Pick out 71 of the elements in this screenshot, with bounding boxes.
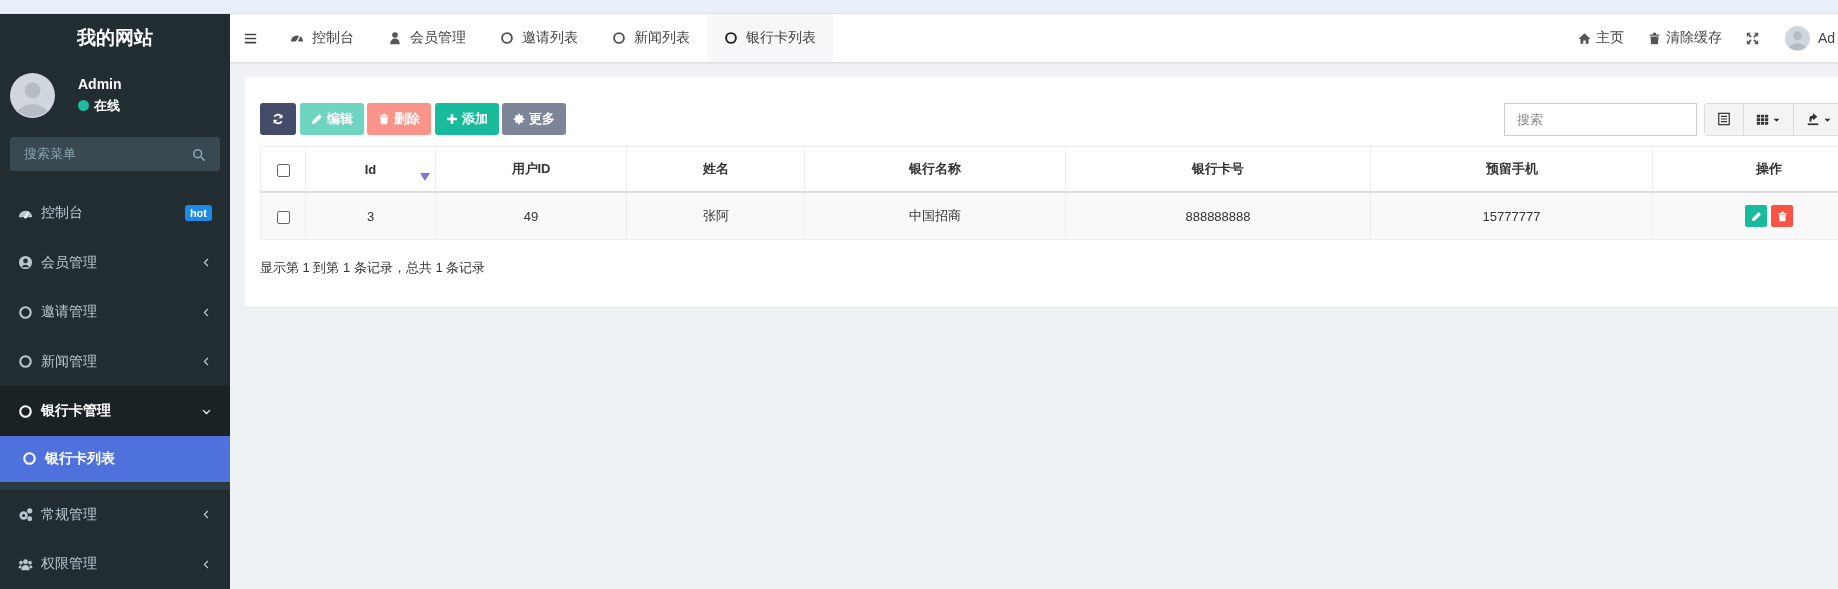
header-link[interactable]: 清除缓存 xyxy=(1635,14,1734,62)
refresh-icon xyxy=(272,113,284,125)
plus-icon xyxy=(445,113,458,125)
column-header[interactable]: 操作 xyxy=(1756,161,1782,176)
circle-icon xyxy=(18,304,33,320)
pencil-icon xyxy=(1750,210,1762,222)
hot-badge: hot xyxy=(184,205,212,221)
circle-icon xyxy=(22,451,37,467)
refresh-button[interactable] xyxy=(260,103,296,135)
site-title[interactable]: 我的网站 xyxy=(77,24,153,51)
column-header[interactable]: 姓名 xyxy=(702,161,729,176)
table-cell: 中国招商 xyxy=(909,208,961,223)
column-header[interactable]: 银行名称 xyxy=(909,161,961,176)
search-icon xyxy=(192,147,206,162)
user-circle-icon xyxy=(18,255,33,271)
sidebar-item[interactable]: 常规管理 xyxy=(0,489,230,540)
toggle-view-button[interactable] xyxy=(1705,103,1744,135)
column-header[interactable]: Id xyxy=(364,161,377,177)
menu-icon[interactable] xyxy=(244,31,257,45)
column-header[interactable]: 银行卡号 xyxy=(1192,161,1244,176)
sidebar-item[interactable]: 会员管理 xyxy=(0,237,230,288)
menu-search-field[interactable]: 搜索菜单 xyxy=(10,136,220,172)
trash-icon xyxy=(378,113,390,125)
table-cell: 张阿 xyxy=(702,208,729,223)
status-dot xyxy=(78,100,89,112)
tab[interactable]: 会员管理 xyxy=(371,14,483,62)
pagination-summary: 显示第 1 到第 1 条记录，总共 1 条记录 xyxy=(260,259,487,277)
header-link[interactable]: 主页 xyxy=(1565,14,1636,62)
column-header[interactable]: 预留手机 xyxy=(1485,161,1538,176)
tab[interactable]: 邀请列表 xyxy=(483,14,595,62)
table-cell: 888888888 xyxy=(1185,208,1251,224)
sidebar-item[interactable]: 控制台 hot xyxy=(0,188,230,238)
table-cell: 3 xyxy=(366,208,375,224)
circle-icon xyxy=(500,31,514,45)
tab[interactable]: 银行卡列表 xyxy=(707,14,833,62)
more-button[interactable]: 更多 xyxy=(502,103,566,135)
user-name[interactable]: Ad xyxy=(1817,30,1835,46)
sidebar-item[interactable]: 权限管理 xyxy=(0,539,230,589)
trash-icon xyxy=(1776,210,1788,222)
user-name: Admin xyxy=(78,75,122,92)
table-cell: 15777777 xyxy=(1482,208,1541,224)
table-cell: 49 xyxy=(523,208,539,224)
grid-icon xyxy=(1756,112,1769,126)
sidebar-subitem[interactable]: 银行卡列表 xyxy=(0,435,230,482)
tab[interactable]: 新闻列表 xyxy=(595,14,707,62)
circle-icon xyxy=(18,354,33,370)
user-status: 在线 xyxy=(94,96,120,115)
user-icon xyxy=(388,31,402,45)
search-field[interactable]: 搜索 xyxy=(1504,102,1697,136)
circle-icon xyxy=(612,31,626,45)
avatar-icon xyxy=(10,72,55,118)
column-header[interactable]: 用户ID xyxy=(511,161,551,176)
delete-button[interactable] xyxy=(1771,205,1793,227)
export-icon xyxy=(1806,112,1820,126)
checkbox[interactable] xyxy=(276,210,290,224)
circle-icon xyxy=(724,31,738,45)
checkbox[interactable] xyxy=(276,163,290,177)
circle-icon xyxy=(18,403,33,419)
avatar-icon xyxy=(1784,25,1810,51)
tab[interactable]: 控制台 xyxy=(273,14,371,62)
list-icon xyxy=(1717,112,1731,126)
home-icon xyxy=(1577,31,1591,45)
pencil-icon xyxy=(310,113,323,125)
sidebar-item[interactable]: 新闻管理 xyxy=(0,336,230,387)
gear-icon xyxy=(513,113,525,125)
sidebar-item[interactable]: 邀请管理 xyxy=(0,287,230,337)
users-icon xyxy=(18,556,33,572)
fullscreen-icon[interactable] xyxy=(1745,31,1759,45)
gears-icon xyxy=(18,507,33,523)
sidebar-item[interactable]: 银行卡管理 xyxy=(0,386,230,436)
trash-icon xyxy=(1647,31,1661,45)
